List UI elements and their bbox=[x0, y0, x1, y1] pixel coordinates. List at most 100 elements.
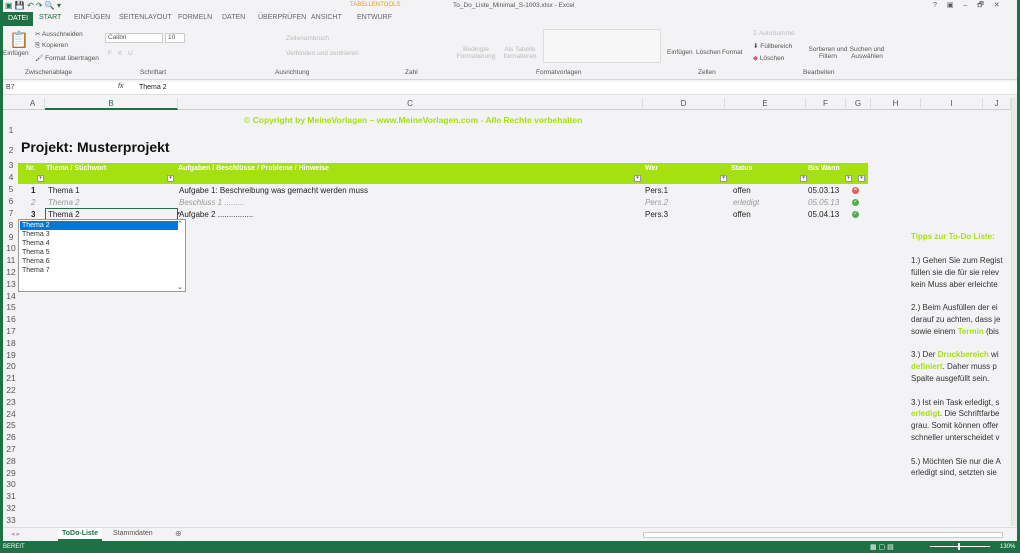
copy-button[interactable]: ⎘ Kopieren bbox=[35, 42, 68, 50]
name-box[interactable]: B7 bbox=[6, 84, 15, 91]
cell-status[interactable]: offen bbox=[733, 210, 751, 219]
row-header-15[interactable]: 15 bbox=[3, 302, 19, 312]
cell-thema[interactable]: Thema 2 bbox=[48, 198, 80, 207]
fx-icon[interactable]: fx bbox=[118, 83, 123, 90]
row-header-6[interactable]: 6 bbox=[3, 196, 19, 206]
row-header-25[interactable]: 25 bbox=[3, 420, 19, 430]
row-header-5[interactable]: 5 bbox=[3, 184, 19, 194]
row-header-2[interactable]: 2 bbox=[3, 145, 19, 155]
row-header-31[interactable]: 31 bbox=[3, 491, 19, 501]
row-header-20[interactable]: 20 bbox=[3, 361, 19, 371]
column-header-b[interactable]: B bbox=[45, 98, 178, 110]
row-header-8[interactable]: 8 bbox=[3, 220, 19, 230]
row-header-4[interactable]: 4 bbox=[3, 172, 19, 182]
row-header-18[interactable]: 18 bbox=[3, 338, 19, 348]
delete-cells-button[interactable]: Löschen bbox=[696, 49, 721, 56]
column-header-g[interactable]: G bbox=[846, 98, 871, 110]
cell-aufgabe[interactable]: Beschluss 1 ......... bbox=[179, 198, 244, 207]
column-header-e[interactable]: E bbox=[725, 98, 806, 110]
row-header-14[interactable]: 14 bbox=[3, 291, 19, 301]
view-buttons[interactable]: ▦ ▢ ▤ bbox=[870, 543, 894, 551]
conditional-format-button[interactable]: Bedingte Formatierung bbox=[456, 46, 496, 60]
paste-button[interactable]: Einfügen bbox=[3, 50, 29, 57]
sheet-tab-stammdaten[interactable]: Stammdaten bbox=[113, 530, 153, 537]
row-header-7[interactable]: 7 bbox=[3, 208, 19, 218]
row-header-27[interactable]: 27 bbox=[3, 444, 19, 454]
fill-button[interactable]: ⬇ Füllbereich bbox=[753, 42, 792, 50]
cell-aufgabe[interactable]: Aufgabe 2 ................ bbox=[179, 210, 253, 219]
column-header-d[interactable]: D bbox=[643, 98, 725, 110]
tab-entwurf[interactable]: ENTWURF bbox=[357, 14, 392, 21]
merge-center-button[interactable]: Verbinden und zentrieren bbox=[286, 50, 359, 57]
cell-bis[interactable]: 05.03.13 bbox=[808, 186, 839, 195]
row-header-21[interactable]: 21 bbox=[3, 373, 19, 383]
filter-button-status[interactable]: ▾ bbox=[800, 175, 807, 182]
format-as-table-button[interactable]: Als Tabelle formatieren bbox=[500, 46, 540, 60]
dropdown-option[interactable]: Thema 5 bbox=[20, 248, 178, 257]
cell-aufgabe[interactable]: Aufgabe 1: Beschreibung was gemacht werd… bbox=[179, 186, 368, 195]
cell-wer[interactable]: Pers.1 bbox=[645, 186, 668, 195]
tab-datei[interactable]: DATEI bbox=[3, 12, 34, 26]
cell-status[interactable]: erledigt bbox=[733, 198, 759, 207]
sheet-nav-arrows[interactable]: ◂ ▸ bbox=[11, 530, 20, 538]
filter-button-nr[interactable]: ▾ bbox=[37, 175, 44, 182]
tab-ueberpruefen[interactable]: ÜBERPRÜFEN bbox=[258, 14, 306, 21]
font-name-select[interactable]: Calibri bbox=[105, 33, 163, 43]
filter-button-icon[interactable]: ▾ bbox=[858, 175, 865, 182]
filter-button-thema[interactable]: ▾ bbox=[167, 175, 174, 182]
column-header-c[interactable]: C bbox=[178, 98, 643, 110]
cell-nr[interactable]: 3 bbox=[31, 210, 35, 219]
row-header-30[interactable]: 30 bbox=[3, 479, 19, 489]
tab-ansicht[interactable]: ANSICHT bbox=[311, 14, 342, 21]
row-header-10[interactable]: 10 bbox=[3, 243, 19, 253]
vertical-scrollbar[interactable] bbox=[1011, 98, 1017, 526]
clear-button[interactable]: ◆ Löschen bbox=[753, 54, 784, 62]
row-header-29[interactable]: 29 bbox=[3, 468, 19, 478]
quick-access-icons[interactable]: ▣ 💾 ↶ ↷ 🔍 ▾ bbox=[5, 1, 61, 10]
column-header-a[interactable]: A bbox=[21, 98, 45, 110]
filter-button-wer[interactable]: ▾ bbox=[720, 175, 727, 182]
find-select-button[interactable]: Suchen und Auswählen bbox=[849, 46, 885, 60]
row-header-23[interactable]: 23 bbox=[3, 397, 19, 407]
tab-daten[interactable]: DATEN bbox=[222, 14, 245, 21]
filter-button-aufgaben[interactable]: ▾ bbox=[634, 175, 641, 182]
formula-input[interactable]: Thema 2 bbox=[139, 84, 167, 91]
row-header-13[interactable]: 13 bbox=[3, 279, 19, 289]
row-header-9[interactable]: 9 bbox=[3, 232, 19, 242]
row-header-22[interactable]: 22 bbox=[3, 385, 19, 395]
dropdown-arrow-button[interactable]: ▾ bbox=[177, 210, 180, 217]
cell-nr[interactable]: 2 bbox=[31, 198, 35, 207]
underline-button[interactable]: U bbox=[128, 50, 133, 57]
zoom-level[interactable]: 130% bbox=[1000, 544, 1015, 550]
add-sheet-icon[interactable]: ⊕ bbox=[175, 529, 182, 538]
dropdown-option[interactable]: Thema 6 bbox=[20, 257, 178, 266]
horizontal-scrollbar[interactable] bbox=[643, 532, 1003, 538]
row-header-32[interactable]: 32 bbox=[3, 503, 19, 513]
row-header-26[interactable]: 26 bbox=[3, 432, 19, 442]
sheet-tab-todo-liste[interactable]: ToDo-Liste bbox=[58, 528, 103, 541]
row-header-16[interactable]: 16 bbox=[3, 314, 19, 324]
validation-dropdown-list[interactable]: ⌃ ⌄ Thema 2 Thema 3 Thema 4 Thema 5 Thema 6T… bbox=[18, 219, 186, 292]
tab-seitenlayout[interactable]: SEITENLAYOUT bbox=[119, 14, 172, 21]
scroll-up-button[interactable]: ⌃ bbox=[177, 220, 183, 228]
dropdown-option[interactable]: Thema 2 bbox=[20, 221, 178, 230]
cell-bis[interactable]: 05.05.13 bbox=[808, 198, 839, 207]
insert-cells-button[interactable]: Einfügen bbox=[667, 49, 693, 56]
column-header-j[interactable]: J bbox=[983, 98, 1011, 110]
row-header-11[interactable]: 11 bbox=[3, 255, 19, 265]
row-header-17[interactable]: 17 bbox=[3, 326, 19, 336]
format-cells-button[interactable]: Format bbox=[722, 49, 743, 56]
filter-button-bis-wann[interactable]: ▾ bbox=[845, 175, 852, 182]
dropdown-option[interactable]: Thema 7 bbox=[20, 266, 178, 275]
font-size-select[interactable]: 10 bbox=[165, 33, 185, 43]
format-painter-button[interactable]: 🖌 Format übertragen bbox=[35, 54, 99, 62]
column-header-i[interactable]: I bbox=[921, 98, 983, 110]
cell-wer[interactable]: Pers.2 bbox=[645, 198, 668, 207]
cell-bis[interactable]: 05.04.13 bbox=[808, 210, 839, 219]
bold-button[interactable]: F bbox=[108, 50, 112, 57]
zoom-slider-thumb[interactable] bbox=[958, 543, 960, 550]
cell-status[interactable]: offen bbox=[733, 186, 751, 195]
scroll-down-button[interactable]: ⌄ bbox=[177, 283, 183, 291]
cell-thema[interactable]: Thema 1 bbox=[48, 186, 80, 195]
tab-einfuegen[interactable]: EINFÜGEN bbox=[74, 14, 110, 21]
